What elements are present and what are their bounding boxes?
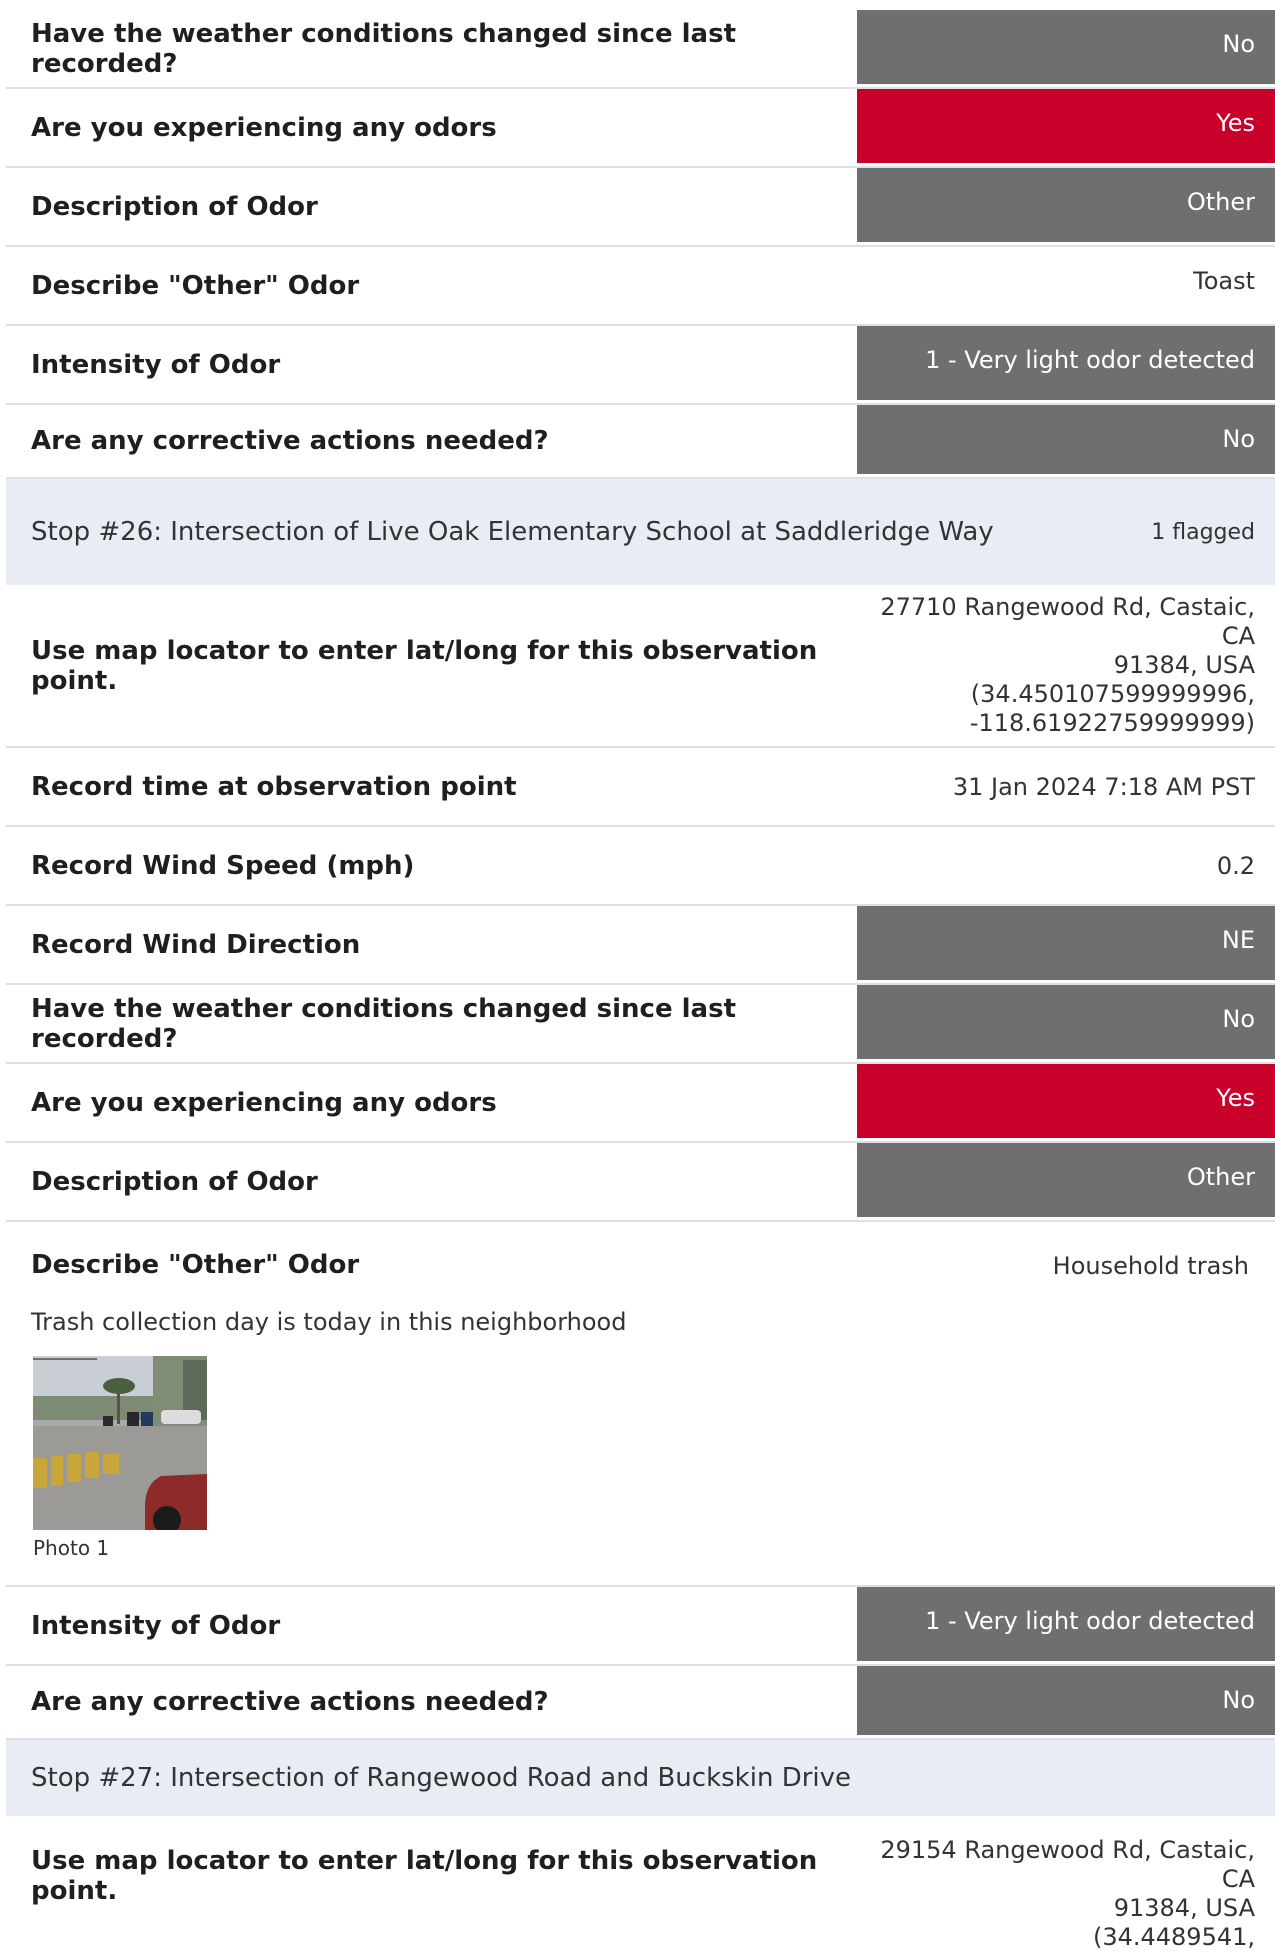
response-row: Are you experiencing any odors Yes bbox=[6, 89, 1275, 168]
question-label: Intensity of Odor bbox=[31, 1610, 281, 1641]
response-row-with-attachments: Describe "Other" Odor Household trash Tr… bbox=[6, 1222, 1275, 1587]
question-label: Use map locator to enter lat/long for th… bbox=[31, 635, 818, 696]
question-label: Are you experiencing any odors bbox=[31, 1087, 497, 1118]
address-line: 27710 Rangewood Rd, Castaic, CA bbox=[880, 593, 1255, 650]
answer-text: Household trash bbox=[1052, 1252, 1249, 1280]
answer-badge: Other bbox=[857, 168, 1275, 242]
address-value[interactable]: 29154 Rangewood Rd, Castaic, CA 91384, U… bbox=[857, 1816, 1275, 1951]
answer-badge: 1 - Very light odor detected bbox=[857, 1587, 1275, 1661]
question-label: Describe "Other" Odor bbox=[31, 1250, 360, 1280]
question-label: Description of Odor bbox=[31, 191, 318, 222]
inspection-report: Have the weather conditions changed sinc… bbox=[6, 10, 1275, 1951]
stop-title: Stop #26: Intersection of Live Oak Eleme… bbox=[31, 517, 994, 547]
response-row: Description of Odor Other bbox=[6, 1143, 1275, 1222]
question-label: Use map locator to enter lat/long for th… bbox=[31, 1846, 818, 1906]
answer-badge: 1 - Very light odor detected bbox=[857, 326, 1275, 400]
response-row: Record Wind Direction NE bbox=[6, 906, 1275, 985]
stop-title: Stop #27: Intersection of Rangewood Road… bbox=[31, 1763, 852, 1793]
address-line: 91384, USA bbox=[1113, 1894, 1255, 1922]
address-line: (34.450107599999996, bbox=[970, 680, 1255, 708]
answer-text: Toast bbox=[1193, 267, 1255, 295]
answer-badge: No bbox=[857, 985, 1275, 1059]
address-line: 29154 Rangewood Rd, Castaic, CA bbox=[880, 1836, 1255, 1893]
response-row: Record time at observation point 31 Jan … bbox=[6, 748, 1275, 827]
flagged-count: 1 flagged bbox=[1151, 519, 1255, 545]
response-row: Intensity of Odor 1 - Very light odor de… bbox=[6, 326, 1275, 405]
response-row: Have the weather conditions changed sinc… bbox=[6, 985, 1275, 1064]
response-row: Record Wind Speed (mph) 0.2 bbox=[6, 827, 1275, 906]
photo-thumbnail[interactable] bbox=[33, 1356, 207, 1530]
answer-badge-flagged: Yes bbox=[857, 89, 1275, 163]
answer-badge: No bbox=[857, 10, 1275, 84]
response-row: Describe "Other" Odor Toast bbox=[6, 247, 1275, 326]
question-label: Intensity of Odor bbox=[31, 349, 281, 380]
stop-header[interactable]: Stop #27: Intersection of Rangewood Road… bbox=[6, 1740, 1275, 1816]
answer-badge: No bbox=[857, 1666, 1275, 1735]
stop-header[interactable]: Stop #26: Intersection of Live Oak Eleme… bbox=[6, 479, 1275, 585]
answer-text: 0.2 bbox=[1216, 851, 1255, 880]
answer-badge: No bbox=[857, 405, 1275, 474]
response-row: Intensity of Odor 1 - Very light odor de… bbox=[6, 1587, 1275, 1666]
response-row: Are you experiencing any odors Yes bbox=[6, 1064, 1275, 1143]
question-label: Are any corrective actions needed? bbox=[31, 1687, 549, 1717]
response-row: Description of Odor Other bbox=[6, 168, 1275, 247]
response-note: Trash collection day is today in this ne… bbox=[31, 1308, 627, 1336]
question-label: Describe "Other" Odor bbox=[31, 270, 360, 301]
question-label: Description of Odor bbox=[31, 1166, 318, 1197]
question-label: Have the weather conditions changed sinc… bbox=[31, 18, 736, 79]
answer-badge: NE bbox=[857, 906, 1275, 980]
question-label: Are you experiencing any odors bbox=[31, 112, 497, 143]
address-line: 91384, USA bbox=[1113, 651, 1255, 679]
answer-badge: Other bbox=[857, 1143, 1275, 1217]
location-row: Use map locator to enter lat/long for th… bbox=[6, 585, 1275, 748]
address-line: (34.4489541, bbox=[1092, 1923, 1255, 1951]
question-label: Record time at observation point bbox=[31, 771, 517, 802]
question-label: Are any corrective actions needed? bbox=[31, 426, 549, 456]
question-label: Have the weather conditions changed sinc… bbox=[31, 993, 736, 1054]
response-row: Are any corrective actions needed? No bbox=[6, 1666, 1275, 1740]
street-photo-image bbox=[33, 1356, 207, 1530]
location-row: Use map locator to enter lat/long for th… bbox=[6, 1816, 1275, 1951]
question-label: Record Wind Speed (mph) bbox=[31, 850, 415, 881]
answer-text: 31 Jan 2024 7:18 AM PST bbox=[952, 772, 1255, 801]
response-row: Are any corrective actions needed? No bbox=[6, 405, 1275, 479]
address-value[interactable]: 27710 Rangewood Rd, Castaic, CA 91384, U… bbox=[857, 585, 1275, 746]
response-row: Have the weather conditions changed sinc… bbox=[6, 10, 1275, 89]
answer-badge-flagged: Yes bbox=[857, 1064, 1275, 1138]
address-line: -118.61922759999999) bbox=[969, 709, 1255, 737]
photo-caption: Photo 1 bbox=[33, 1536, 110, 1560]
question-label: Record Wind Direction bbox=[31, 929, 361, 960]
